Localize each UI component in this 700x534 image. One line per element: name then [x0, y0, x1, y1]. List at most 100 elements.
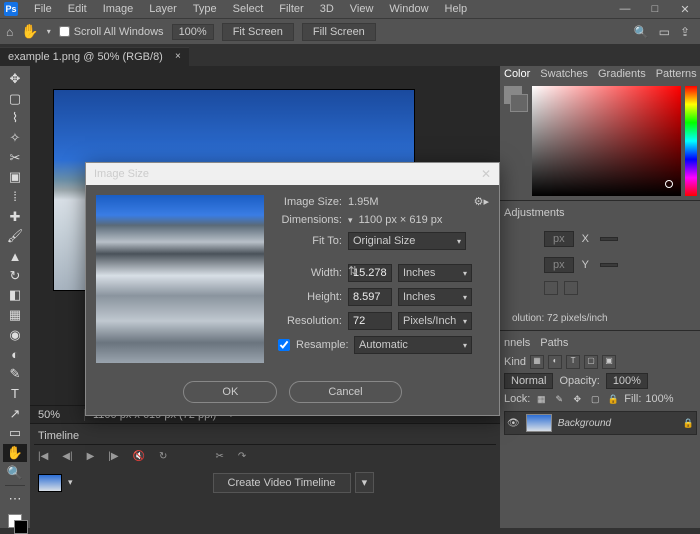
- hue-slider[interactable]: [685, 86, 697, 196]
- split-icon[interactable]: ✂: [215, 451, 223, 462]
- tab-patterns[interactable]: Patterns: [656, 68, 697, 80]
- heal-tool[interactable]: ✚: [3, 208, 27, 226]
- fit-to-select[interactable]: Original Size▾: [348, 232, 466, 250]
- tab-color[interactable]: Color: [504, 68, 530, 80]
- blend-mode[interactable]: Normal: [504, 373, 553, 389]
- dialog-close-icon[interactable]: ✕: [481, 167, 491, 181]
- zoom-level[interactable]: 100%: [172, 24, 214, 40]
- menu-filter[interactable]: Filter: [271, 1, 311, 17]
- field-unit-y[interactable]: px: [544, 257, 574, 273]
- field-y[interactable]: [600, 263, 618, 267]
- track-expand-icon[interactable]: ▾: [68, 477, 73, 488]
- menu-3d[interactable]: 3D: [312, 1, 342, 17]
- field-unit-x[interactable]: px: [544, 231, 574, 247]
- loop-icon[interactable]: ↻: [159, 451, 167, 462]
- brush-tool[interactable]: 🖌: [3, 228, 27, 246]
- eraser-tool[interactable]: ◧: [3, 287, 27, 305]
- filter-adj-icon[interactable]: ◐: [548, 355, 562, 369]
- type-tool[interactable]: T: [3, 385, 27, 403]
- resolution-unit-select[interactable]: Pixels/Inch▾: [398, 312, 472, 330]
- document-tab[interactable]: example 1.png @ 50% (RGB/8) ×: [0, 47, 189, 66]
- menu-help[interactable]: Help: [437, 1, 476, 17]
- home-icon[interactable]: ⌂: [6, 25, 13, 39]
- tab-paths[interactable]: Paths: [540, 337, 568, 349]
- hand-tool-icon[interactable]: ✋: [21, 23, 38, 40]
- next-frame-icon[interactable]: |▶: [108, 451, 118, 462]
- close-icon[interactable]: ✕: [670, 3, 700, 16]
- menu-file[interactable]: File: [26, 1, 60, 17]
- history-brush-tool[interactable]: ↻: [3, 267, 27, 285]
- create-timeline-dropdown[interactable]: ▾: [355, 472, 375, 493]
- menu-window[interactable]: Window: [381, 1, 436, 17]
- opacity-field[interactable]: 100%: [606, 373, 648, 389]
- menu-type[interactable]: Type: [185, 1, 225, 17]
- tab-adjustments[interactable]: Adjustments: [504, 207, 565, 219]
- scroll-all-checkbox[interactable]: Scroll All Windows: [59, 26, 164, 38]
- adj-btn[interactable]: [544, 281, 558, 295]
- menu-select[interactable]: Select: [225, 1, 272, 17]
- zoom-tool[interactable]: 🔍: [3, 464, 27, 482]
- lock-artboard-icon[interactable]: ▢: [588, 394, 602, 405]
- height-input[interactable]: 8.597: [348, 288, 392, 306]
- frame-tool[interactable]: ▣: [3, 168, 27, 186]
- filter-kind[interactable]: Kind: [504, 356, 526, 368]
- status-zoom[interactable]: 50%: [38, 409, 74, 421]
- play-icon[interactable]: ▶: [87, 451, 95, 462]
- pen-tool[interactable]: ✎: [3, 365, 27, 383]
- tool-opts-icon[interactable]: ▾: [47, 27, 51, 36]
- width-unit-select[interactable]: Inches▾: [398, 264, 472, 282]
- search-icon[interactable]: 🔍: [634, 25, 649, 39]
- lock-pos-icon[interactable]: ✥: [570, 394, 584, 405]
- color-picker[interactable]: [532, 86, 681, 196]
- share-icon[interactable]: ⇪: [680, 25, 690, 39]
- height-unit-select[interactable]: Inches▾: [398, 288, 472, 306]
- adj-btn[interactable]: [564, 281, 578, 295]
- tab-gradients[interactable]: Gradients: [598, 68, 646, 80]
- minimize-icon[interactable]: —: [610, 3, 640, 16]
- hand-tool[interactable]: ✋: [3, 444, 27, 462]
- crop-tool[interactable]: ✂: [3, 149, 27, 167]
- goto-first-icon[interactable]: |◀: [38, 451, 48, 462]
- field-x[interactable]: [600, 237, 618, 241]
- menu-layer[interactable]: Layer: [141, 1, 185, 17]
- layer-row[interactable]: 👁 Background 🔒: [504, 411, 697, 435]
- menu-image[interactable]: Image: [95, 1, 142, 17]
- color-swatches[interactable]: [8, 514, 22, 528]
- dodge-tool[interactable]: ◐: [3, 346, 27, 364]
- filter-pixel-icon[interactable]: ▦: [530, 355, 544, 369]
- mute-icon[interactable]: 🔇: [133, 451, 145, 462]
- filter-shape-icon[interactable]: ▢: [584, 355, 598, 369]
- fill-field[interactable]: 100%: [645, 393, 673, 405]
- resolution-input[interactable]: 72: [348, 312, 392, 330]
- visibility-icon[interactable]: 👁: [507, 418, 520, 429]
- stamp-tool[interactable]: ▲: [3, 247, 27, 265]
- lock-pixel-icon[interactable]: ✎: [552, 394, 566, 405]
- filter-type-icon[interactable]: T: [566, 355, 580, 369]
- cancel-button[interactable]: Cancel: [289, 381, 401, 403]
- menu-edit[interactable]: Edit: [60, 1, 95, 17]
- filter-smart-icon[interactable]: ▣: [602, 355, 616, 369]
- lock-all-icon[interactable]: ▦: [534, 394, 548, 405]
- tab-swatches[interactable]: Swatches: [540, 68, 588, 80]
- workspace-icon[interactable]: ▭: [659, 25, 670, 39]
- transition-icon[interactable]: ↷: [238, 451, 246, 462]
- gear-icon[interactable]: ⚙▸: [474, 195, 489, 208]
- move-tool[interactable]: ✥: [3, 70, 27, 88]
- bg-swatch[interactable]: [510, 94, 528, 112]
- link-icon[interactable]: ⇅: [348, 264, 358, 278]
- create-video-timeline-button[interactable]: Create Video Timeline: [213, 473, 351, 493]
- prev-frame-icon[interactable]: ◀|: [62, 451, 72, 462]
- path-tool[interactable]: ↗: [3, 405, 27, 423]
- marquee-tool[interactable]: ▢: [3, 90, 27, 108]
- menu-view[interactable]: View: [342, 1, 382, 17]
- tab-channels[interactable]: nnels: [504, 337, 530, 349]
- lock-icon[interactable]: 🔒: [606, 394, 620, 405]
- gradient-tool[interactable]: ▦: [3, 306, 27, 324]
- edit-toolbar-icon[interactable]: ⋯: [3, 490, 27, 508]
- blur-tool[interactable]: ◉: [3, 326, 27, 344]
- eyedropper-tool[interactable]: ⁞: [3, 188, 27, 206]
- ok-button[interactable]: OK: [183, 381, 277, 403]
- shape-tool[interactable]: ▭: [3, 424, 27, 442]
- wand-tool[interactable]: ✧: [3, 129, 27, 147]
- fit-screen-button[interactable]: Fit Screen: [222, 23, 294, 41]
